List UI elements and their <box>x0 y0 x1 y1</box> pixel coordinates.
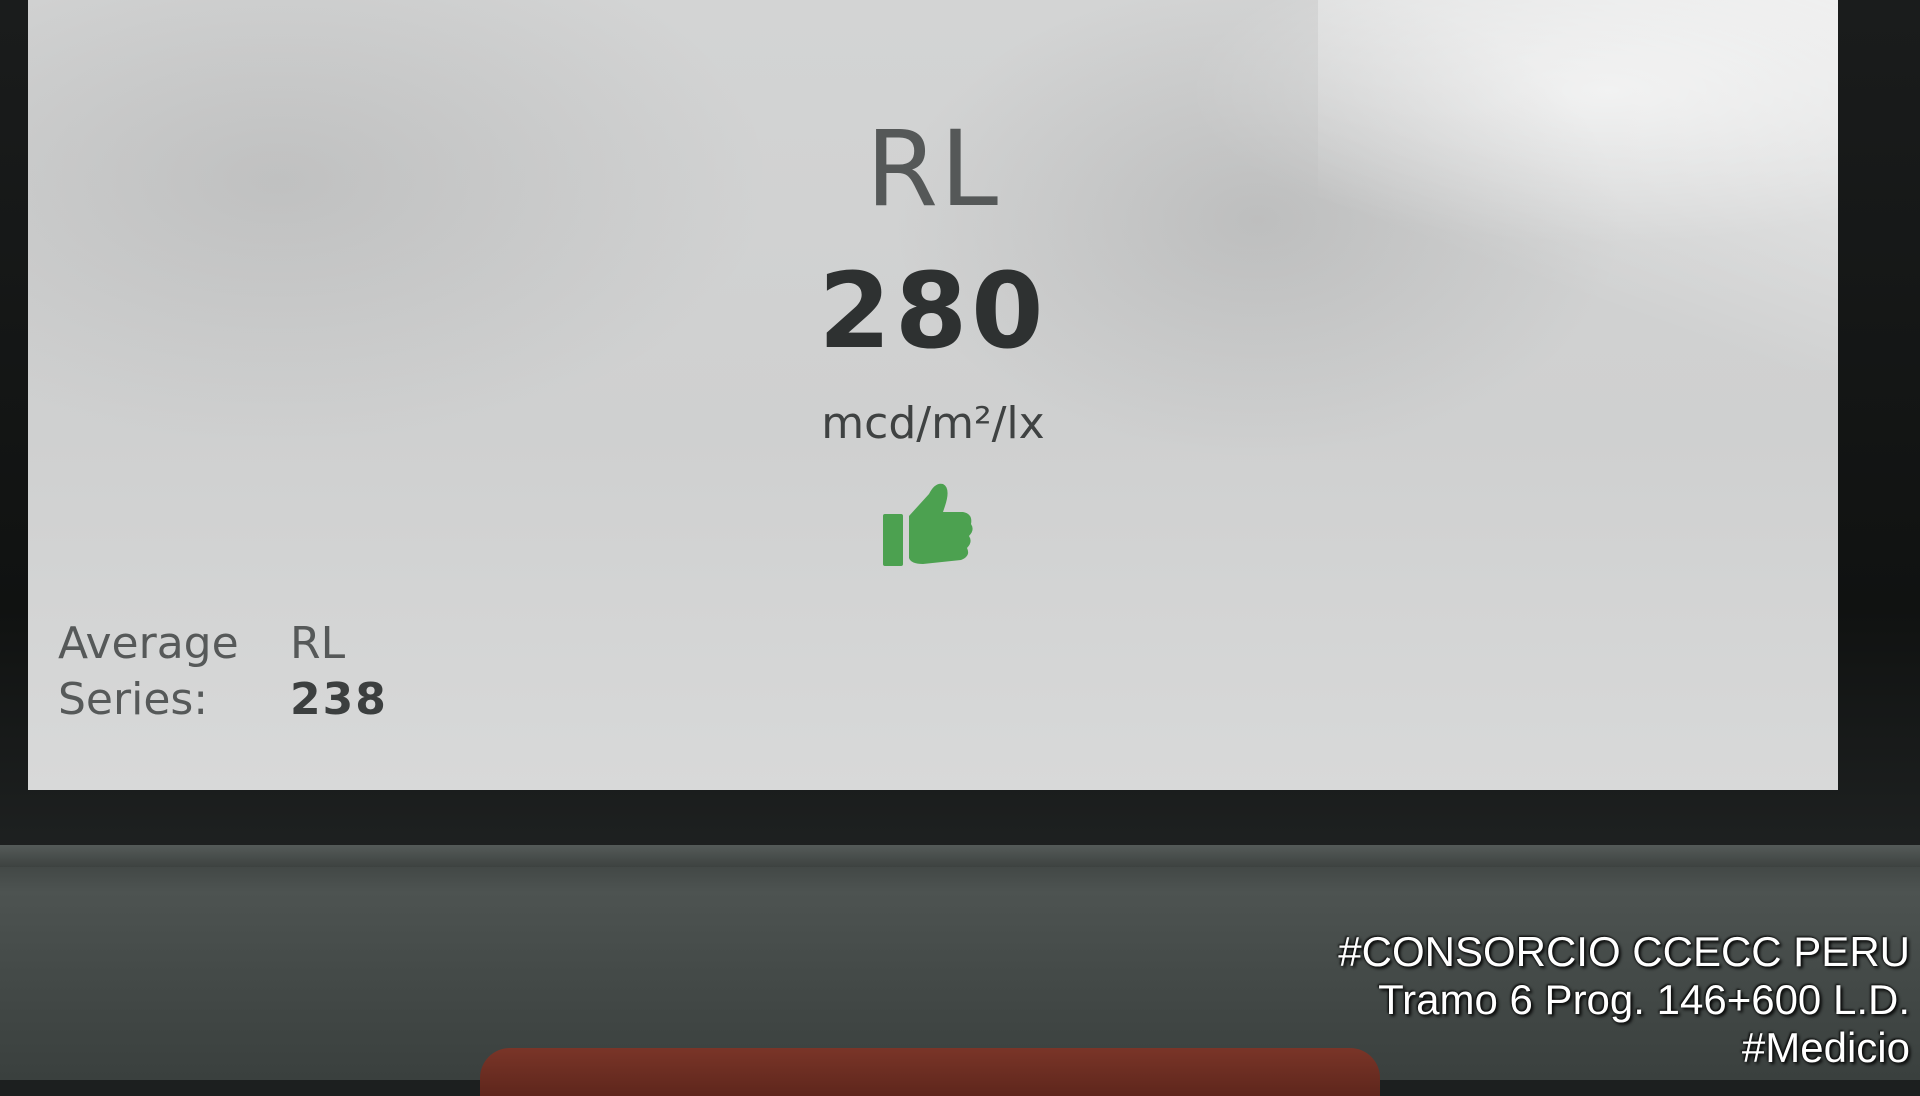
measurement-value: 280 <box>818 250 1048 372</box>
photo-watermark: #CONSORCIO CCECC PERU Tramo 6 Prog. 146+… <box>1338 928 1910 1072</box>
watermark-line-3: #Medicio <box>1741 1024 1910 1071</box>
thumbs-up-icon <box>883 480 973 566</box>
average-label: Average <box>58 618 239 669</box>
average-series-panel: Average RL Series: 238 <box>58 616 388 728</box>
measurement-title: RL <box>865 108 1001 230</box>
average-metric: RL <box>290 618 346 669</box>
watermark-line-2: Tramo 6 Prog. 146+600 L.D. <box>1378 976 1910 1023</box>
measurement-unit: mcd/m²/lx <box>821 398 1045 449</box>
average-value: 238 <box>290 674 388 725</box>
device-key[interactable] <box>480 1048 1380 1096</box>
device-screen: RL 280 mcd/m²/lx Average RL Series: 238 <box>28 0 1838 790</box>
housing-ridge <box>0 845 1920 867</box>
watermark-line-1: #CONSORCIO CCECC PERU <box>1338 928 1910 975</box>
series-label: Series: <box>58 674 209 725</box>
